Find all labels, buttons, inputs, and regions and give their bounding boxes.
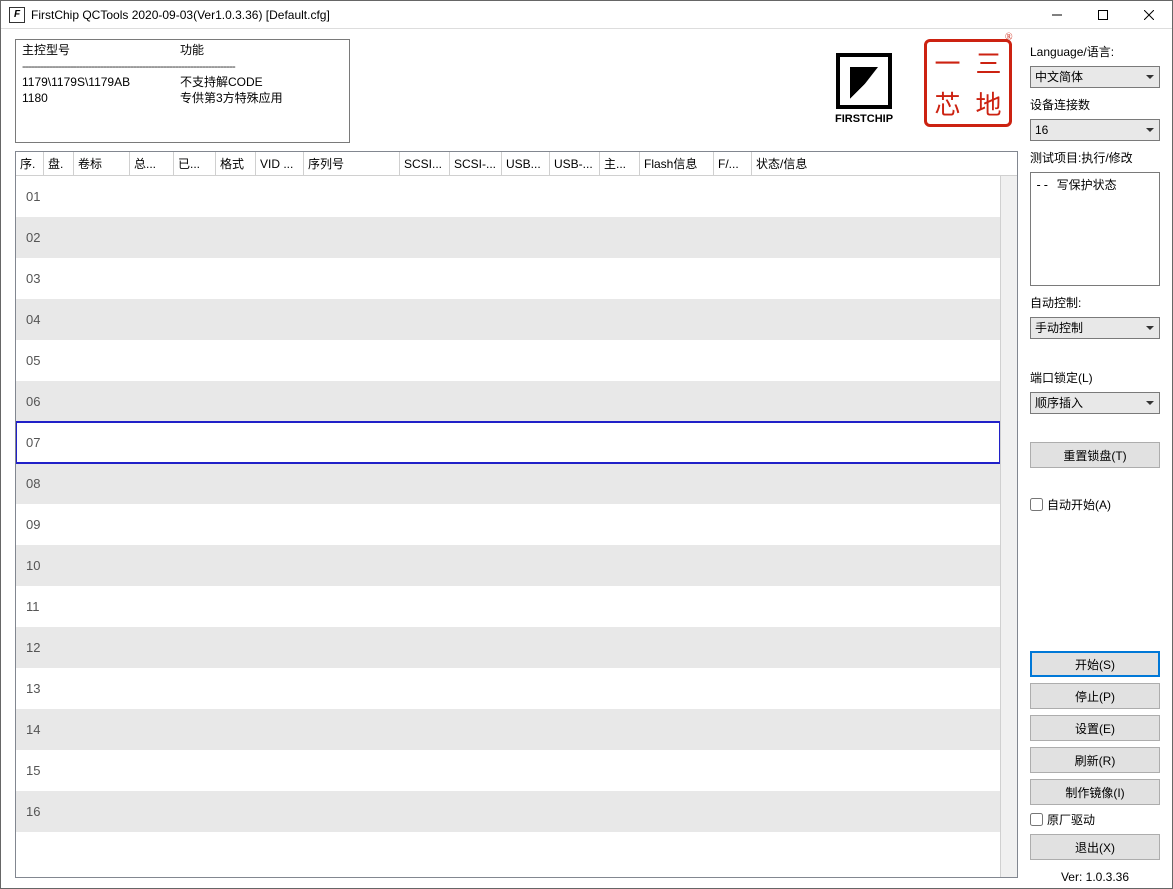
info-header-function: 功能 bbox=[180, 42, 204, 58]
exit-button[interactable]: 退出(X) bbox=[1030, 834, 1160, 860]
info-r2-func: 专供第3方特殊应用 bbox=[180, 90, 283, 106]
column-header[interactable]: 状态/信息 bbox=[752, 152, 1017, 175]
column-header[interactable]: 总... bbox=[130, 152, 174, 175]
column-header[interactable]: USB-... bbox=[550, 152, 600, 175]
make-image-button[interactable]: 制作镜像(I) bbox=[1030, 779, 1160, 805]
port-lock-label: 端口锁定(L) bbox=[1030, 369, 1160, 386]
column-header[interactable]: Flash信息 bbox=[640, 152, 714, 175]
maximize-button[interactable] bbox=[1080, 1, 1126, 28]
app-window: F FirstChip QCTools 2020-09-03(Ver1.0.3.… bbox=[0, 0, 1173, 889]
window-title: FirstChip QCTools 2020-09-03(Ver1.0.3.36… bbox=[31, 8, 1034, 22]
main-panel: 主控型号 功能 --------------------------------… bbox=[1, 29, 1022, 888]
minimize-button[interactable] bbox=[1034, 1, 1080, 28]
table-row[interactable]: 08 bbox=[16, 463, 1000, 504]
auto-control-select[interactable]: 手动控制 bbox=[1030, 317, 1160, 339]
info-r1-func: 不支持解CODE bbox=[180, 74, 263, 90]
table-row[interactable]: 05 bbox=[16, 340, 1000, 381]
table-row[interactable]: 16 bbox=[16, 791, 1000, 832]
firstchip-logo-text: FIRSTCHIP bbox=[835, 113, 893, 125]
column-header[interactable]: 格式 bbox=[216, 152, 256, 175]
column-header[interactable]: USB... bbox=[502, 152, 550, 175]
table-row[interactable]: 04 bbox=[16, 299, 1000, 340]
content-area: 主控型号 功能 --------------------------------… bbox=[1, 29, 1172, 888]
table-row[interactable]: 15 bbox=[16, 750, 1000, 791]
test-items-label: 测试项目:执行/修改 bbox=[1030, 149, 1160, 166]
table-row[interactable]: 03 bbox=[16, 258, 1000, 299]
table-row[interactable]: 01 bbox=[16, 176, 1000, 217]
language-select[interactable]: 中文简体 bbox=[1030, 66, 1160, 88]
column-header[interactable]: 主... bbox=[600, 152, 640, 175]
start-button[interactable]: 开始(S) bbox=[1030, 651, 1160, 677]
port-lock-select[interactable]: 顺序插入 bbox=[1030, 392, 1160, 414]
logos: FIRSTCHIP 一 三 芯 地 bbox=[818, 39, 1018, 139]
scrollbar-vertical[interactable] bbox=[1000, 176, 1017, 877]
close-button[interactable] bbox=[1126, 1, 1172, 28]
autostart-checkbox-wrap[interactable]: 自动开始(A) bbox=[1030, 496, 1160, 513]
column-header[interactable]: 序. bbox=[16, 152, 44, 175]
device-table: 序.盘.卷标总...已...格式VID ...序列号SCSI...SCSI-..… bbox=[15, 151, 1018, 878]
test-items-text[interactable] bbox=[1030, 172, 1160, 286]
table-row[interactable]: 09 bbox=[16, 504, 1000, 545]
factory-driver-checkbox[interactable] bbox=[1030, 813, 1043, 826]
window-controls bbox=[1034, 1, 1172, 28]
table-row[interactable]: 12 bbox=[16, 627, 1000, 668]
autostart-label: 自动开始(A) bbox=[1047, 496, 1111, 513]
controller-info-box: 主控型号 功能 --------------------------------… bbox=[15, 39, 350, 143]
firstchip-logo-icon bbox=[836, 53, 892, 109]
app-icon: F bbox=[9, 7, 25, 23]
titlebar: F FirstChip QCTools 2020-09-03(Ver1.0.3.… bbox=[1, 1, 1172, 29]
column-header[interactable]: 序列号 bbox=[304, 152, 400, 175]
firstchip-logo: FIRSTCHIP bbox=[818, 39, 910, 139]
column-header[interactable]: 已... bbox=[174, 152, 216, 175]
column-header[interactable]: 盘. bbox=[44, 152, 74, 175]
info-r2-model: 1180 bbox=[22, 90, 180, 106]
table-body: 01020304050607080910111213141516 bbox=[16, 176, 1000, 832]
info-r1-model: 1179\1179S\1179AB bbox=[22, 74, 180, 90]
table-header: 序.盘.卷标总...已...格式VID ...序列号SCSI...SCSI-..… bbox=[16, 152, 1017, 176]
column-header[interactable]: VID ... bbox=[256, 152, 304, 175]
autostart-checkbox[interactable] bbox=[1030, 498, 1043, 511]
connections-label: 设备连接数 bbox=[1030, 96, 1160, 113]
stop-button[interactable]: 停止(P) bbox=[1030, 683, 1160, 709]
table-row[interactable]: 02 bbox=[16, 217, 1000, 258]
table-row[interactable]: 07 bbox=[16, 422, 1000, 463]
table-row[interactable]: 14 bbox=[16, 709, 1000, 750]
side-panel: Language/语言: 中文简体 设备连接数 16 测试项目:执行/修改 自动… bbox=[1022, 29, 1172, 888]
table-row[interactable]: 06 bbox=[16, 381, 1000, 422]
column-header[interactable]: 卷标 bbox=[74, 152, 130, 175]
table-row[interactable]: 11 bbox=[16, 586, 1000, 627]
language-label: Language/语言: bbox=[1030, 43, 1160, 60]
version-label: Ver: 1.0.3.36 bbox=[1030, 870, 1160, 884]
table-row[interactable]: 13 bbox=[16, 668, 1000, 709]
reset-lock-button[interactable]: 重置锁盘(T) bbox=[1030, 442, 1160, 468]
column-header[interactable]: F/... bbox=[714, 152, 752, 175]
factory-driver-checkbox-wrap[interactable]: 原厂驱动 bbox=[1030, 811, 1160, 828]
column-header[interactable]: SCSI-... bbox=[450, 152, 502, 175]
auto-control-label: 自动控制: bbox=[1030, 294, 1160, 311]
info-divider: ----------------------------------------… bbox=[22, 58, 343, 74]
column-header[interactable]: SCSI... bbox=[400, 152, 450, 175]
top-row: 主控型号 功能 --------------------------------… bbox=[15, 39, 1018, 143]
table-row[interactable]: 10 bbox=[16, 545, 1000, 586]
connections-select[interactable]: 16 bbox=[1030, 119, 1160, 141]
refresh-button[interactable]: 刷新(R) bbox=[1030, 747, 1160, 773]
settings-button[interactable]: 设置(E) bbox=[1030, 715, 1160, 741]
seal-logo: 一 三 芯 地 bbox=[924, 39, 1012, 127]
factory-driver-label: 原厂驱动 bbox=[1047, 811, 1095, 828]
info-header-model: 主控型号 bbox=[22, 42, 180, 58]
